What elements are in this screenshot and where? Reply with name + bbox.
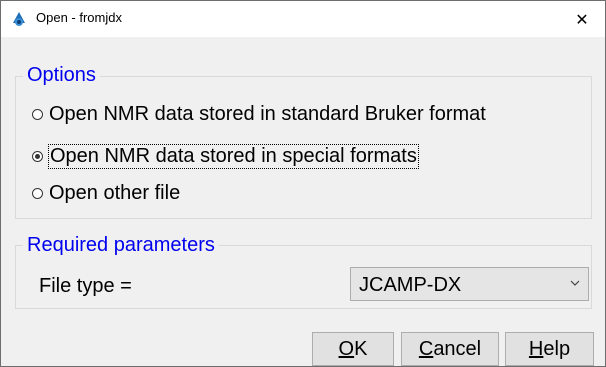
radio-standard-bruker[interactable]: Open NMR data stored in standard Bruker … bbox=[32, 100, 486, 128]
radio-button-selected[interactable] bbox=[32, 150, 43, 162]
radio-button[interactable] bbox=[32, 187, 43, 199]
cancel-mnemonic: C bbox=[418, 337, 434, 360]
cancel-button[interactable]: Cancel bbox=[401, 332, 499, 366]
radio-special-formats[interactable]: Open NMR data stored in special formats bbox=[32, 142, 419, 170]
file-type-select[interactable]: JCAMP-DX bbox=[350, 267, 589, 301]
ok-mnemonic: O bbox=[338, 337, 355, 360]
radio-label: Open other file bbox=[49, 181, 181, 204]
cancel-label: ancel bbox=[433, 337, 482, 360]
help-mnemonic: H bbox=[528, 337, 544, 360]
file-type-label: File type = bbox=[39, 275, 132, 297]
radio-label: Open NMR data stored in special formats bbox=[48, 143, 419, 169]
help-label: elp bbox=[543, 337, 571, 360]
window-title: Open - fromjdx bbox=[36, 10, 122, 25]
close-icon[interactable]: ✕ bbox=[559, 1, 605, 37]
chevron-down-icon bbox=[570, 280, 580, 286]
dialog-window: Open - fromjdx ✕ Options Open NMR data s… bbox=[0, 0, 606, 367]
help-button[interactable]: Help bbox=[505, 332, 594, 366]
radio-label: Open NMR data stored in standard Bruker … bbox=[49, 102, 486, 125]
options-group-label: Options bbox=[23, 63, 100, 87]
ok-label: K bbox=[354, 337, 368, 360]
params-group-label: Required parameters bbox=[23, 233, 219, 257]
radio-other-file[interactable]: Open other file bbox=[32, 179, 180, 207]
file-type-value: JCAMP-DX bbox=[359, 274, 462, 296]
radio-button[interactable] bbox=[32, 108, 43, 120]
title-bar[interactable]: Open - fromjdx ✕ bbox=[1, 1, 605, 37]
ok-button[interactable]: OK bbox=[312, 332, 394, 366]
app-icon bbox=[13, 12, 25, 26]
